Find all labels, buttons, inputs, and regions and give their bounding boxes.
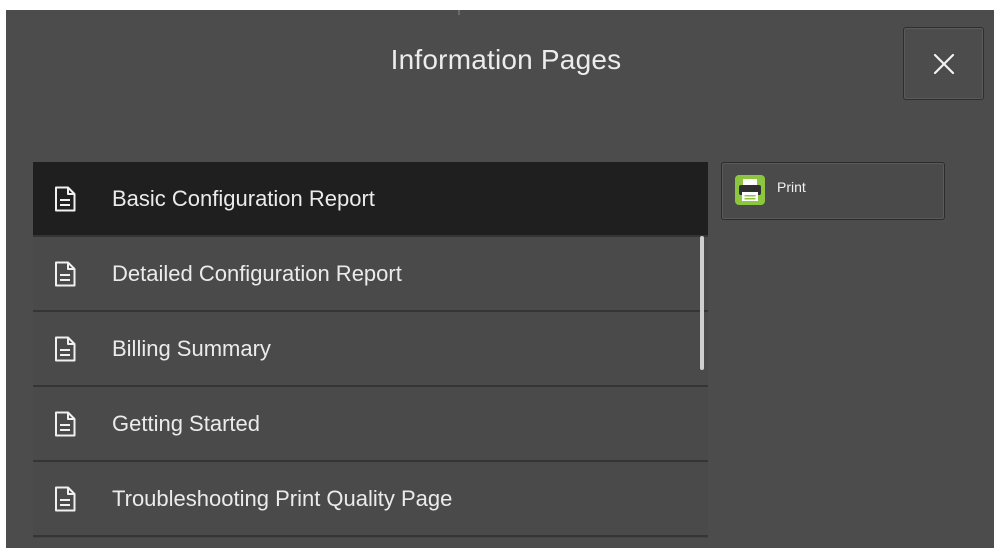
top-divider-mark — [458, 10, 460, 15]
close-button[interactable] — [903, 27, 984, 100]
list-item-troubleshooting-print-quality-page[interactable]: Troubleshooting Print Quality Page — [33, 462, 708, 537]
document-icon — [55, 261, 76, 286]
printer-icon — [735, 175, 765, 205]
information-pages-list[interactable]: Basic Configuration Report Detailed Conf… — [33, 162, 708, 538]
list-item-getting-started[interactable]: Getting Started — [33, 387, 708, 462]
close-icon — [933, 53, 954, 74]
list-item-label: Getting Started — [112, 410, 260, 436]
list-item-billing-summary[interactable]: Billing Summary — [33, 312, 708, 387]
document-icon — [55, 486, 76, 511]
page-title: Information Pages — [390, 44, 622, 75]
print-button-label: Print — [777, 179, 806, 195]
list-item-label: Detailed Configuration Report — [112, 260, 402, 286]
list-item-label: Billing Summary — [112, 335, 271, 361]
list-item-label: Troubleshooting Print Quality Page — [112, 485, 453, 511]
print-button[interactable]: Print — [721, 162, 945, 220]
list-item-label: Basic Configuration Report — [112, 185, 375, 211]
list-item-basic-configuration-report[interactable]: Basic Configuration Report — [33, 162, 708, 237]
list-item-detailed-configuration-report[interactable]: Detailed Configuration Report — [33, 237, 708, 312]
document-icon — [55, 336, 76, 361]
document-icon — [55, 411, 76, 436]
information-pages-screen: Information Pages Basic Configuration Re… — [6, 10, 994, 548]
list-scrollbar[interactable] — [700, 236, 704, 370]
document-icon — [55, 186, 76, 211]
